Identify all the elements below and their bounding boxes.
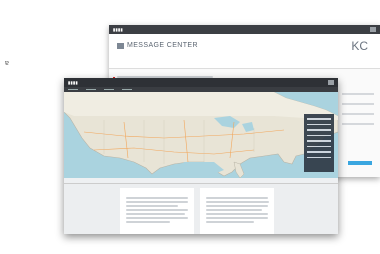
map-svg [64,91,338,179]
layers-panel[interactable] [304,114,334,172]
stray-character: ɐ [5,60,9,67]
map-dashboard-window: ▮▮▮▮ [64,78,338,234]
window-close-icon[interactable] [370,27,376,32]
right-panel [200,188,274,234]
user-initials: KC [351,39,368,53]
action-button[interactable] [348,161,372,165]
titlebar: ▮▮▮▮ [109,25,380,34]
map-view[interactable] [64,91,338,179]
details-column [342,85,374,133]
left-panel [120,188,194,234]
app-logo: ▮▮▮▮ [68,80,79,85]
page-title: MESSAGE CENTER [127,42,198,49]
bottom-panels [64,184,338,234]
message-icon [117,43,124,49]
window-close-icon[interactable] [328,80,334,85]
header: MESSAGE CENTER KC [109,34,380,69]
titlebar: ▮▮▮▮ [64,78,338,87]
app-logo: ▮▮▮▮ [113,27,124,32]
